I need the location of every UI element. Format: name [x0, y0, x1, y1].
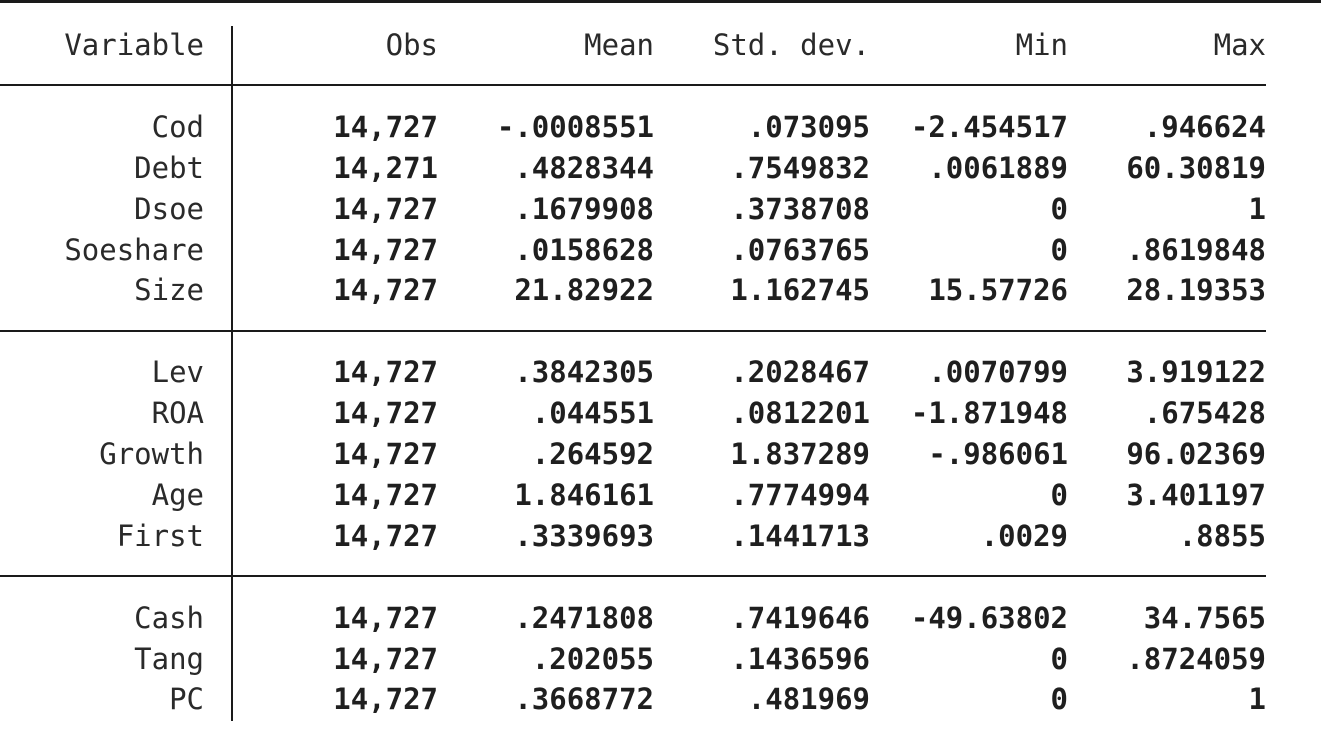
row-variable: First [116, 519, 204, 553]
row-max: 3.401197 [1126, 478, 1266, 512]
row-std-dev: .481969 [747, 682, 870, 716]
row-min: -1.871948 [910, 396, 1068, 430]
row-max: 1 [1248, 192, 1266, 226]
row-max: .8855 [1178, 519, 1266, 553]
row-variable: ROA [151, 396, 204, 430]
row-std-dev: .0763765 [730, 233, 870, 267]
row-obs: 14,727 [333, 437, 438, 471]
header-min: Min [1015, 28, 1068, 62]
group-divider-1 [0, 330, 1266, 332]
row-mean: .0158628 [514, 233, 654, 267]
row-max: .8619848 [1126, 233, 1266, 267]
row-std-dev: .7774994 [730, 478, 870, 512]
row-std-dev: .1436596 [730, 642, 870, 676]
row-variable: Lev [151, 355, 204, 389]
row-variable: Cod [151, 110, 204, 144]
row-min: -.986061 [928, 437, 1068, 471]
row-variable: PC [169, 682, 204, 716]
row-std-dev: .0812201 [730, 396, 870, 430]
row-max: 3.919122 [1126, 355, 1266, 389]
row-mean: -.0008551 [496, 110, 654, 144]
row-min: 0 [1050, 192, 1068, 226]
row-mean: .044551 [531, 396, 654, 430]
row-obs: 14,727 [333, 192, 438, 226]
row-min: 0 [1050, 682, 1068, 716]
row-variable: Age [151, 478, 204, 512]
group-divider-2 [0, 575, 1266, 577]
row-obs: 14,727 [333, 682, 438, 716]
row-obs: 14,271 [333, 151, 438, 185]
row-obs: 14,727 [333, 233, 438, 267]
header-std-dev: Std. dev. [712, 28, 870, 62]
row-min: -2.454517 [910, 110, 1068, 144]
row-mean: .264592 [531, 437, 654, 471]
row-obs: 14,727 [333, 396, 438, 430]
row-min: 15.57726 [928, 273, 1068, 307]
header-divider [0, 84, 1266, 86]
row-max: .675428 [1143, 396, 1266, 430]
row-max: 96.02369 [1126, 437, 1266, 471]
header-mean: Mean [584, 28, 654, 62]
row-max: .8724059 [1126, 642, 1266, 676]
row-variable: Debt [134, 151, 204, 185]
row-std-dev: .7549832 [730, 151, 870, 185]
row-mean: .2471808 [514, 601, 654, 635]
header-obs: Obs [385, 28, 438, 62]
row-std-dev: .7419646 [730, 601, 870, 635]
row-std-dev: 1.837289 [730, 437, 870, 471]
row-min: 0 [1050, 478, 1068, 512]
row-max: .946624 [1143, 110, 1266, 144]
row-min: -49.63802 [910, 601, 1068, 635]
row-obs: 14,727 [333, 110, 438, 144]
row-std-dev: .2028467 [730, 355, 870, 389]
row-min: .0029 [980, 519, 1068, 553]
header-max: Max [1213, 28, 1266, 62]
row-mean: 1.846161 [514, 478, 654, 512]
row-variable: Growth [99, 437, 204, 471]
row-std-dev: .3738708 [730, 192, 870, 226]
row-obs: 14,727 [333, 642, 438, 676]
row-max: 1 [1248, 682, 1266, 716]
row-min: .0070799 [928, 355, 1068, 389]
summary-statistics-table: Variable Obs Mean Std. dev. Min Max Cod … [0, 0, 1321, 753]
row-variable: Size [134, 273, 204, 307]
row-obs: 14,727 [333, 355, 438, 389]
row-variable: Cash [134, 601, 204, 635]
row-std-dev: 1.162745 [730, 273, 870, 307]
row-max: 60.30819 [1126, 151, 1266, 185]
row-variable: Tang [134, 642, 204, 676]
row-max: 28.19353 [1126, 273, 1266, 307]
row-std-dev: .073095 [747, 110, 870, 144]
row-min: 0 [1050, 642, 1068, 676]
row-variable: Soeshare [64, 233, 204, 267]
row-obs: 14,727 [333, 519, 438, 553]
row-std-dev: .1441713 [730, 519, 870, 553]
row-obs: 14,727 [333, 273, 438, 307]
row-mean: 21.82922 [514, 273, 654, 307]
row-mean: .3842305 [514, 355, 654, 389]
row-mean: .3339693 [514, 519, 654, 553]
row-mean: .3668772 [514, 682, 654, 716]
row-min: 0 [1050, 233, 1068, 267]
row-mean: .1679908 [514, 192, 654, 226]
row-max: 34.7565 [1143, 601, 1266, 635]
row-variable: Dsoe [134, 192, 204, 226]
row-mean: .4828344 [514, 151, 654, 185]
row-obs: 14,727 [333, 478, 438, 512]
row-min: .0061889 [928, 151, 1068, 185]
header-variable: Variable [64, 28, 204, 62]
row-obs: 14,727 [333, 601, 438, 635]
row-mean: .202055 [531, 642, 654, 676]
